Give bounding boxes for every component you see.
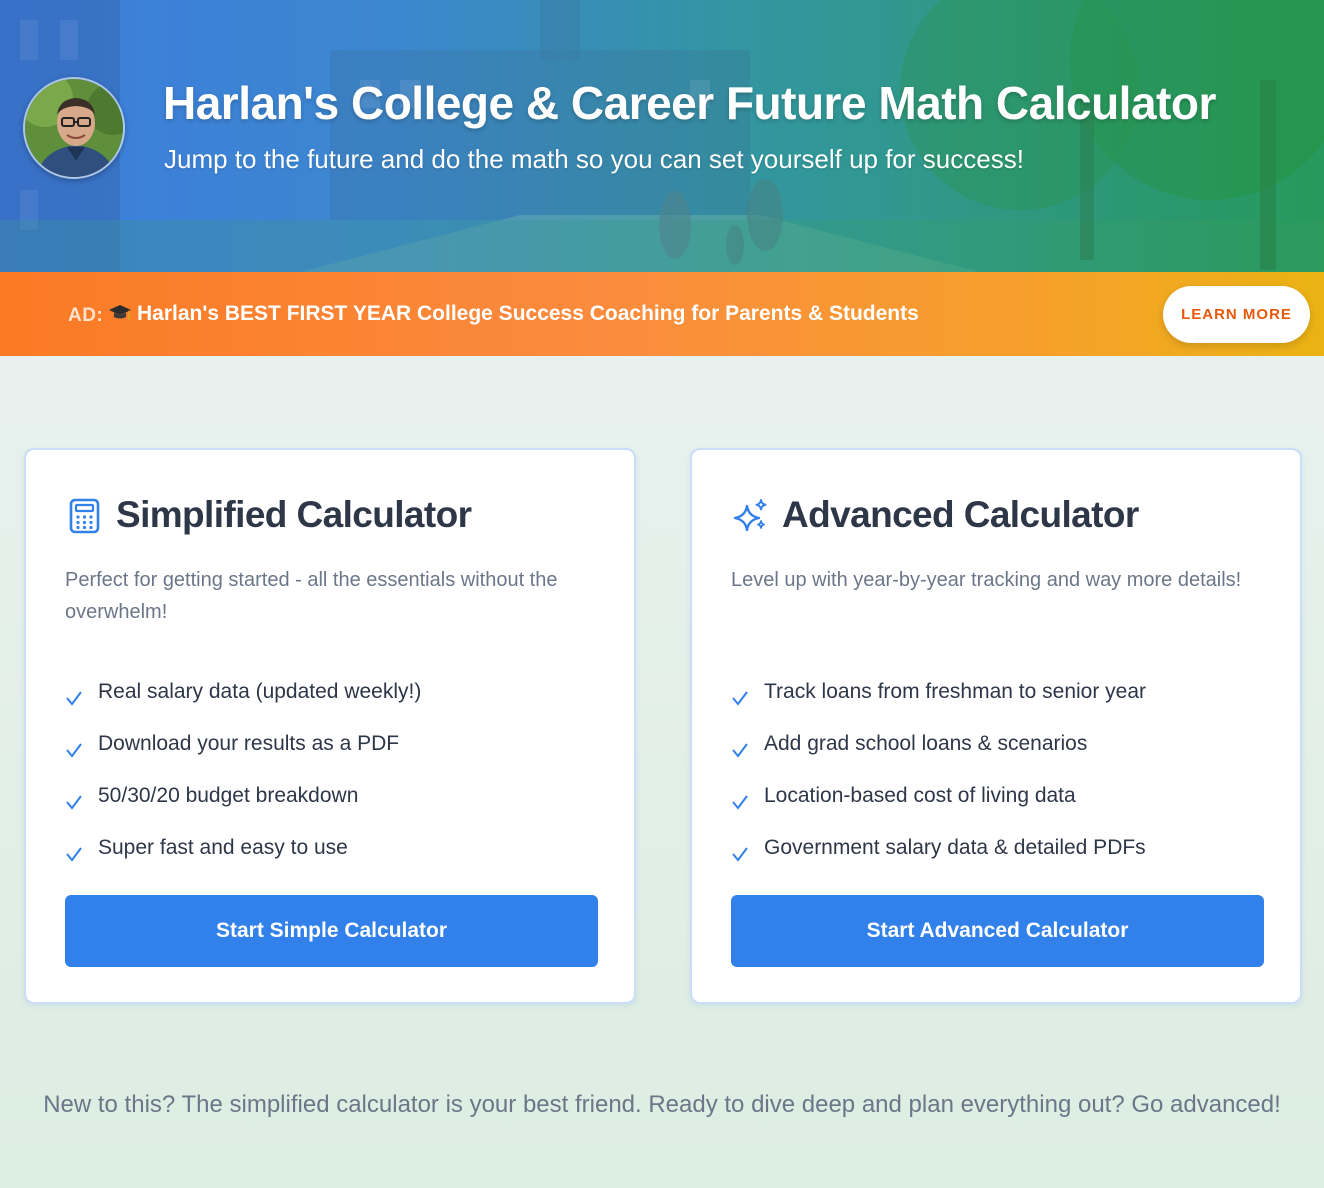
footer-note: New to this? The simplified calculator i… — [43, 1091, 1281, 1118]
card-description: Level up with year-by-year tracking and … — [731, 569, 1242, 591]
card-title: Simplified Calculator — [116, 494, 472, 535]
graduation-cap-icon — [109, 305, 131, 320]
feature-text: Real salary data (updated weekly!) — [98, 680, 422, 703]
sparkles-icon — [733, 499, 767, 532]
person-photo-icon — [25, 79, 123, 177]
advanced-calculator-card: Advanced Calculator Level up with year-b… — [690, 448, 1302, 1004]
check-icon — [732, 743, 748, 758]
feature-text: Government salary data & detailed PDFs — [764, 836, 1146, 859]
start-advanced-calculator-button[interactable]: Start Advanced Calculator — [731, 895, 1264, 967]
ad-label: AD: — [68, 305, 104, 326]
feature-text: Add grad school loans & scenarios — [764, 732, 1088, 755]
check-icon — [66, 743, 82, 758]
feature-item: Real salary data (updated weekly!) — [65, 666, 421, 718]
feature-item: Add grad school loans & scenarios — [731, 718, 1146, 770]
feature-item: 50/30/20 budget breakdown — [65, 770, 421, 822]
card-description: Perfect for getting started - all the es… — [65, 569, 558, 623]
feature-item: Location-based cost of living data — [731, 770, 1146, 822]
check-icon — [732, 691, 748, 706]
check-icon — [732, 847, 748, 862]
feature-text: Download your results as a PDF — [98, 732, 400, 755]
campus-background-image — [0, 0, 1324, 272]
ad-banner: AD: Harlan's BEST FIRST YEAR College Suc… — [0, 272, 1324, 356]
avatar — [23, 77, 125, 179]
start-simple-calculator-button[interactable]: Start Simple Calculator — [65, 895, 598, 967]
check-icon — [66, 795, 82, 810]
feature-item: Super fast and easy to use — [65, 822, 421, 874]
ad-text[interactable]: Harlan's BEST FIRST YEAR College Success… — [137, 302, 919, 326]
check-icon — [66, 847, 82, 862]
check-icon — [732, 795, 748, 810]
feature-item: Download your results as a PDF — [65, 718, 421, 770]
feature-text: Location-based cost of living data — [764, 784, 1076, 807]
hero-banner: Harlan's College & Career Future Math Ca… — [0, 0, 1324, 272]
calculator-icon — [69, 498, 100, 534]
page-subtitle: Jump to the future and do the math so yo… — [164, 144, 1024, 174]
feature-list: Real salary data (updated weekly!) Downl… — [65, 666, 421, 874]
page-title: Harlan's College & Career Future Math Ca… — [163, 77, 1216, 129]
simplified-calculator-card: Simplified Calculator Perfect for gettin… — [24, 448, 636, 1004]
feature-text: Track loans from freshman to senior year — [764, 680, 1147, 703]
feature-item: Government salary data & detailed PDFs — [731, 822, 1146, 874]
card-title: Advanced Calculator — [782, 494, 1139, 535]
feature-list: Track loans from freshman to senior year… — [731, 666, 1146, 874]
learn-more-button[interactable]: LEARN MORE — [1163, 286, 1310, 343]
feature-text: 50/30/20 budget breakdown — [98, 784, 359, 807]
feature-item: Track loans from freshman to senior year — [731, 666, 1146, 718]
feature-text: Super fast and easy to use — [98, 836, 348, 859]
check-icon — [66, 691, 82, 706]
